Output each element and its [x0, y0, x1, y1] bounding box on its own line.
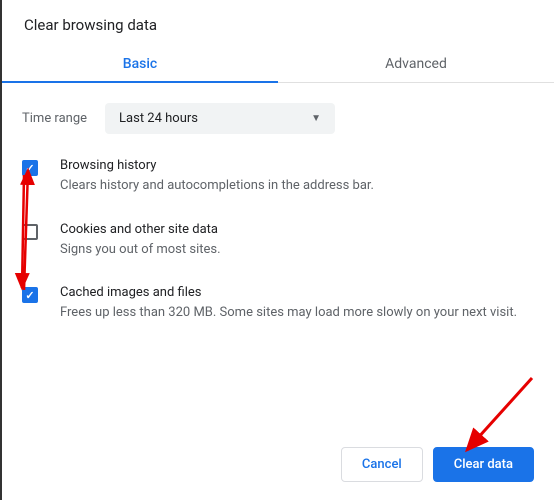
option-texts: Cookies and other site data Signs you ou… [60, 222, 534, 260]
cancel-button[interactable]: Cancel [341, 447, 423, 482]
option-browsing-history: ✓ Browsing history Clears history and au… [22, 158, 534, 196]
clear-browsing-data-dialog: Clear browsing data Basic Advanced Time … [2, 0, 554, 323]
checkbox-browsing-history[interactable]: ✓ [22, 160, 38, 176]
tab-basic[interactable]: Basic [2, 44, 278, 82]
time-range-row: Time range Last 24 hours ▼ [22, 103, 534, 134]
time-range-value: Last 24 hours [119, 111, 198, 126]
option-title: Browsing history [60, 158, 534, 173]
chevron-down-icon: ▼ [311, 113, 321, 124]
option-cookies: Cookies and other site data Signs you ou… [22, 222, 534, 260]
tab-advanced[interactable]: Advanced [278, 44, 554, 82]
checkmark-icon: ✓ [25, 290, 34, 301]
option-title: Cookies and other site data [60, 222, 534, 237]
dialog-title: Clear browsing data [22, 16, 534, 34]
option-texts: Cached images and files Frees up less th… [60, 285, 534, 323]
option-desc: Frees up less than 320 MB. Some sites ma… [60, 303, 534, 323]
option-texts: Browsing history Clears history and auto… [60, 158, 534, 196]
checkbox-cached[interactable]: ✓ [22, 287, 38, 303]
checkmark-icon: ✓ [25, 163, 34, 174]
time-range-select[interactable]: Last 24 hours ▼ [105, 103, 335, 134]
option-title: Cached images and files [60, 285, 534, 300]
tabs: Basic Advanced [2, 44, 554, 83]
dialog-buttons: Cancel Clear data [341, 447, 534, 482]
clear-data-button[interactable]: Clear data [433, 447, 534, 482]
option-desc: Signs you out of most sites. [60, 240, 534, 260]
time-range-label: Time range [22, 111, 87, 126]
option-desc: Clears history and autocompletions in th… [60, 176, 534, 196]
checkbox-cookies[interactable] [22, 224, 38, 240]
option-cached: ✓ Cached images and files Frees up less … [22, 285, 534, 323]
